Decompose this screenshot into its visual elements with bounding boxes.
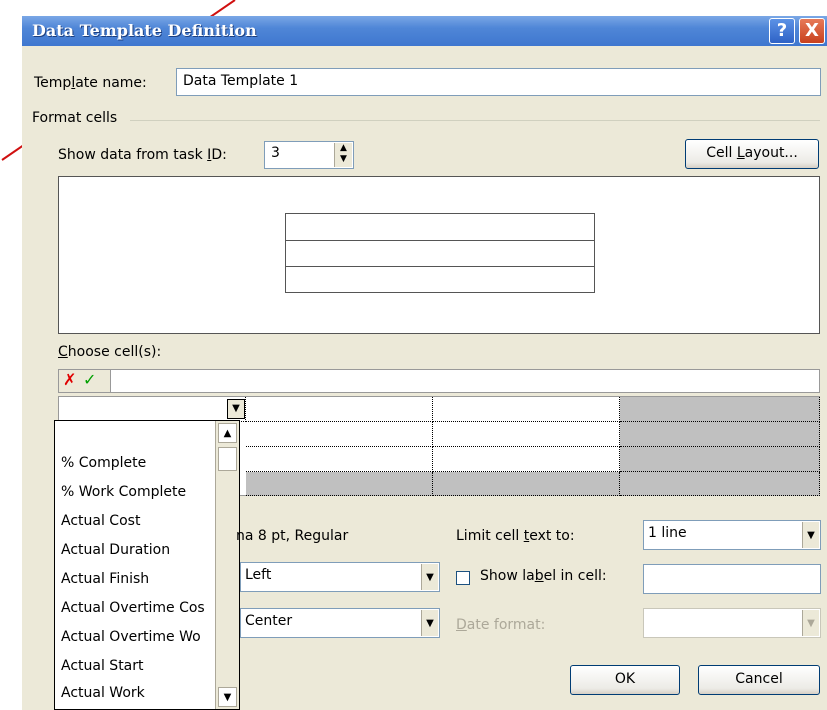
accept-edit-icon[interactable]: ✓ — [83, 370, 96, 389]
show-label-checkbox[interactable] — [456, 571, 470, 585]
choose-cells-label: Choose cell(s): — [58, 344, 162, 360]
list-item[interactable]: Actual Work — [61, 685, 145, 701]
group-divider — [130, 120, 820, 121]
task-id-spinner[interactable]: 3 ▲ ▼ — [264, 141, 354, 169]
chevron-down-icon[interactable]: ▼ — [421, 610, 438, 636]
font-description: na 8 pt, Regular — [236, 528, 349, 544]
edit-bar-buttons: ✗ ✓ — [59, 370, 111, 392]
list-item[interactable]: % Complete — [61, 455, 146, 471]
field-dropdown-list[interactable]: ▲ ▼ % Complete % Work Complete Actual Co… — [54, 420, 240, 710]
list-item[interactable]: Actual Overtime Wo — [61, 629, 201, 645]
limit-text-select[interactable]: 1 line ▼ — [643, 520, 821, 550]
limit-text-label: Limit cell text to: — [456, 528, 575, 544]
grid-cell[interactable] — [246, 447, 433, 472]
close-button[interactable]: X — [799, 18, 825, 44]
date-format-select: ▼ — [643, 608, 821, 638]
template-name-value: Data Template 1 — [183, 73, 299, 89]
cell-edit-bar[interactable]: ✗ ✓ — [58, 369, 820, 393]
vertical-align-value: Center — [245, 613, 293, 629]
grid-cell[interactable] — [246, 397, 433, 422]
task-id-value: 3 — [271, 145, 280, 161]
format-cells-label: Format cells — [32, 110, 118, 126]
grid-cell-disabled — [620, 472, 820, 496]
grid-cell[interactable] — [433, 447, 620, 472]
cell-layout-button[interactable]: Cell Layout... — [685, 139, 819, 169]
show-label-label: Show label in cell: — [480, 568, 607, 584]
grid-cell[interactable] — [59, 397, 246, 422]
scroll-down-icon[interactable]: ▼ — [218, 687, 237, 707]
horizontal-align-select[interactable]: Left ▼ — [240, 562, 440, 592]
cancel-button[interactable]: Cancel — [698, 665, 820, 695]
list-item[interactable]: Actual Duration — [61, 542, 170, 558]
list-item[interactable]: Actual Start — [61, 658, 144, 674]
preview-row-divider — [286, 266, 594, 267]
show-label-input[interactable] — [643, 564, 821, 594]
grid-cell[interactable] — [433, 422, 620, 447]
title-bar[interactable]: Data Template Definition ? X — [22, 16, 827, 46]
grid-cell-disabled — [433, 472, 620, 496]
list-item[interactable]: Actual Cost — [61, 513, 140, 529]
chevron-down-icon[interactable]: ▼ — [802, 522, 819, 548]
list-item[interactable]: % Work Complete — [61, 484, 186, 500]
date-format-label: Date format: — [456, 617, 546, 633]
grid-cell[interactable] — [246, 422, 433, 447]
template-name-label: Template name: — [34, 75, 147, 91]
template-name-input[interactable]: Data Template 1 — [176, 68, 821, 96]
list-item[interactable]: Actual Overtime Cos — [61, 600, 205, 616]
chevron-down-icon[interactable]: ▼ — [421, 564, 438, 590]
spinner-arrows-icon[interactable]: ▲ ▼ — [334, 143, 352, 167]
scroll-thumb[interactable] — [218, 447, 237, 471]
preview-pane — [58, 176, 820, 334]
cell-field-dropdown-button[interactable]: ▼ — [227, 399, 245, 419]
chevron-down-icon: ▼ — [802, 610, 819, 636]
horizontal-align-value: Left — [245, 567, 272, 583]
grid-cell-disabled — [620, 447, 820, 472]
vertical-align-select[interactable]: Center ▼ — [240, 608, 440, 638]
dialog-body: Template name: Data Template 1 Format ce… — [22, 46, 827, 710]
preview-template-box — [285, 213, 595, 293]
grid-cell-disabled — [620, 422, 820, 447]
scroll-up-icon[interactable]: ▲ — [218, 423, 237, 443]
limit-text-value: 1 line — [648, 525, 687, 541]
list-item[interactable]: Actual Finish — [61, 571, 149, 587]
field-list-scrollbar[interactable]: ▲ ▼ — [215, 421, 239, 709]
task-id-label: Show data from task ID: — [58, 147, 227, 163]
window-title: Data Template Definition — [32, 21, 257, 40]
cancel-edit-icon[interactable]: ✗ — [63, 370, 76, 389]
grid-cell-disabled — [246, 472, 433, 496]
preview-row-divider — [286, 240, 594, 241]
ok-button[interactable]: OK — [570, 665, 680, 695]
help-button[interactable]: ? — [769, 18, 795, 44]
grid-cell-disabled — [620, 397, 820, 422]
grid-cell[interactable] — [433, 397, 620, 422]
